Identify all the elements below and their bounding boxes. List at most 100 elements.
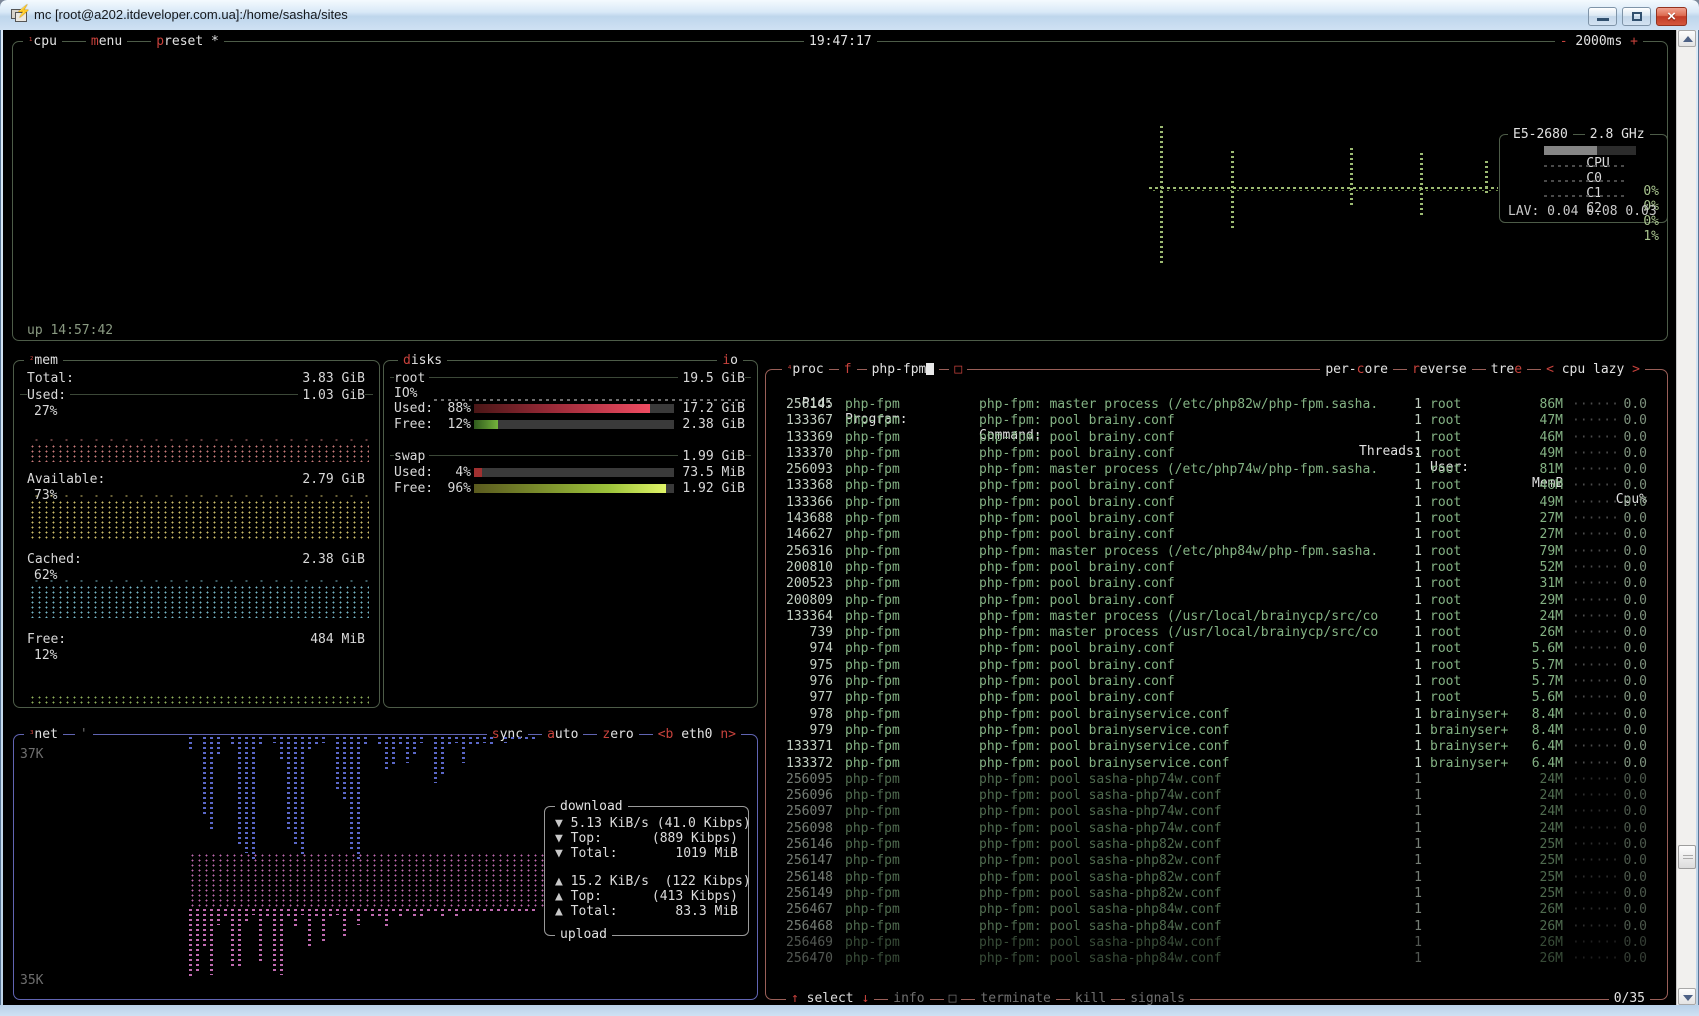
toggle-per-core[interactable]: per-core [1320,362,1393,378]
process-row[interactable]: 975 php-fpm php-fpm: pool brainy.conf 1 … [766,658,1667,674]
process-row[interactable]: 256316 php-fpm php-fpm: master process (… [766,544,1667,560]
filter-clear-box[interactable]: □ [949,362,967,378]
disks-io-toggle[interactable]: io [717,353,743,369]
terminal-scrollbar[interactable] [1676,30,1696,1005]
process-row[interactable]: 133372 php-fpm php-fpm: pool brainyservi… [766,756,1667,772]
process-row[interactable]: 256098 php-fpm php-fpm: pool sasha-php74… [766,821,1667,837]
process-pid: 146627 [766,527,833,543]
sort-selector[interactable]: < cpu lazy > [1541,362,1645,378]
process-program: php-fpm [845,821,967,837]
process-row[interactable]: 133369 php-fpm php-fpm: pool brainy.conf… [766,430,1667,446]
process-mem: 5.6M [1520,690,1563,706]
upload-total-label: Total: [571,904,618,919]
process-command: php-fpm: pool sasha-php84w.conf [979,902,1389,918]
process-row[interactable]: 978 php-fpm php-fpm: pool brainyservice.… [766,707,1667,723]
tab-mem[interactable]: ²mem [24,353,63,369]
process-command: php-fpm: master process (/etc/php84w/php… [979,544,1389,560]
process-mem: 81M [1520,462,1563,478]
disks-panel: disks io root 19.5 GiB IO% Used: 88% 17.… [383,360,758,708]
process-row[interactable]: 256470 php-fpm php-fpm: pool sasha-php84… [766,951,1667,967]
process-row[interactable]: 133371 php-fpm php-fpm: pool brainyservi… [766,739,1667,755]
process-row[interactable]: 739 php-fpm php-fpm: master process (/us… [766,625,1667,641]
process-threads: 1 [1389,837,1422,853]
process-mem: 27M [1520,511,1563,527]
menu-button[interactable]: menu [86,34,127,50]
process-cpu-graph: ······· [1572,788,1620,804]
process-command: php-fpm: pool brainy.conf [979,674,1389,690]
process-command: php-fpm: pool brainy.conf [979,511,1389,527]
interval-minus-button[interactable]: - [1560,34,1568,49]
process-mem: 46M [1520,478,1563,494]
net-auto-toggle[interactable]: auto [542,727,583,743]
process-row[interactable]: 256469 php-fpm php-fpm: pool sasha-php84… [766,935,1667,951]
process-row[interactable]: 200523 php-fpm php-fpm: pool brainy.conf… [766,576,1667,592]
process-row[interactable]: 256093 php-fpm php-fpm: master process (… [766,462,1667,478]
net-interface-selector[interactable]: <b eth0 n> [653,727,741,743]
process-mem: 49M [1520,446,1563,462]
process-row[interactable]: 256096 php-fpm php-fpm: pool sasha-php74… [766,788,1667,804]
process-cpu: 0.0 [1620,511,1667,527]
toggle-tree[interactable]: tree [1486,362,1527,378]
preset-button[interactable]: preset * [151,34,224,50]
filter-input[interactable]: php-fpm [867,362,940,378]
scroll-up-button[interactable] [1678,30,1696,47]
process-mem: 24M [1520,772,1563,788]
process-row[interactable]: 256146 php-fpm php-fpm: pool sasha-php82… [766,837,1667,853]
process-threads: 1 [1389,593,1422,609]
process-row[interactable]: 256148 php-fpm php-fpm: pool sasha-php82… [766,870,1667,886]
process-cpu: 0.0 [1620,462,1667,478]
process-user [1430,951,1520,967]
tab-proc[interactable]: ⁴proc [782,362,829,378]
process-row[interactable]: 200809 php-fpm php-fpm: pool brainy.conf… [766,593,1667,609]
process-mem: 8.4M [1520,723,1563,739]
process-row[interactable]: 133368 php-fpm php-fpm: pool brainy.conf… [766,478,1667,494]
interval-plus-button[interactable]: + [1630,34,1638,49]
process-row[interactable]: 256097 php-fpm php-fpm: pool sasha-php74… [766,804,1667,820]
process-row[interactable]: 133364 php-fpm php-fpm: master process (… [766,609,1667,625]
filter-key[interactable]: f [839,362,857,378]
process-row[interactable]: 976 php-fpm php-fpm: pool brainy.conf 1 … [766,674,1667,690]
process-row[interactable]: 256467 php-fpm php-fpm: pool sasha-php84… [766,902,1667,918]
process-row[interactable]: 977 php-fpm php-fpm: pool brainy.conf 1 … [766,690,1667,706]
process-row[interactable]: 256147 php-fpm php-fpm: pool sasha-php82… [766,853,1667,869]
download-total-value: 1019 MiB [675,846,738,861]
process-cpu-graph: ······· [1572,527,1620,543]
tab-net[interactable]: ³net [24,727,63,743]
scroll-down-button[interactable] [1678,988,1696,1005]
process-row[interactable]: 143688 php-fpm php-fpm: pool brainy.conf… [766,511,1667,527]
process-row[interactable]: 146627 php-fpm php-fpm: pool brainy.conf… [766,527,1667,543]
download-arrow-icon: ▼ [555,816,563,831]
process-program: php-fpm [845,625,967,641]
process-cpu-graph: ······· [1572,886,1620,902]
process-mem: 29M [1520,593,1563,609]
process-row[interactable]: 256149 php-fpm php-fpm: pool sasha-php82… [766,886,1667,902]
process-pid: 256149 [766,886,833,902]
process-row[interactable]: 256145 php-fpm php-fpm: master process (… [766,397,1667,413]
toggle-reverse[interactable]: reverse [1407,362,1472,378]
process-row[interactable]: 974 php-fpm php-fpm: pool brainy.conf 1 … [766,641,1667,657]
process-program: php-fpm [845,446,967,462]
process-cpu: 0.0 [1620,951,1667,967]
process-cpu: 0.0 [1620,576,1667,592]
process-row[interactable]: 133366 php-fpm php-fpm: pool brainy.conf… [766,495,1667,511]
process-row[interactable]: 133370 php-fpm php-fpm: pool brainy.conf… [766,446,1667,462]
download-top-value: (889 Kibps) [652,831,738,846]
net-zero-toggle[interactable]: zero [597,727,638,743]
process-row[interactable]: 256468 php-fpm php-fpm: pool sasha-php84… [766,919,1667,935]
process-row[interactable]: 133367 php-fpm php-fpm: pool brainy.conf… [766,413,1667,429]
process-pid: 256467 [766,902,833,918]
process-cpu-graph: ······· [1572,397,1620,413]
process-cpu-graph: ······· [1572,544,1620,560]
process-row[interactable]: 979 php-fpm php-fpm: pool brainyservice.… [766,723,1667,739]
net-scale-bottom: 35K [20,973,43,989]
process-program: php-fpm [845,560,967,576]
tab-cpu[interactable]: ¹cpu [23,34,62,50]
process-row[interactable]: 256095 php-fpm php-fpm: pool sasha-php74… [766,772,1667,788]
process-row[interactable]: 200810 php-fpm php-fpm: pool brainy.conf… [766,560,1667,576]
upload-arrow-icon: ▲ [555,889,563,904]
process-cpu: 0.0 [1620,658,1667,674]
tab-disks[interactable]: disks [398,353,447,369]
process-threads: 1 [1389,527,1422,543]
scrollbar-thumb[interactable] [1678,845,1696,869]
process-cpu-graph: ······· [1572,674,1620,690]
